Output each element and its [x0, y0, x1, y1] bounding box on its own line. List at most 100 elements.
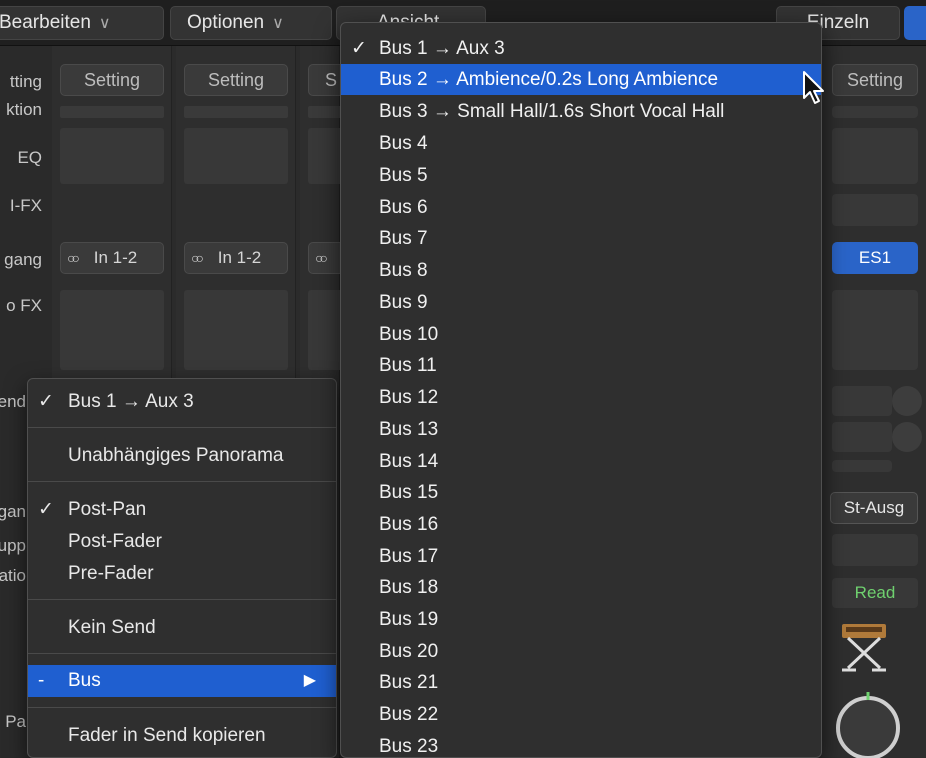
- bus-item[interactable]: Bus 12: [341, 382, 821, 413]
- keyboard-stand-icon: [842, 624, 886, 672]
- send-slot-1[interactable]: [832, 386, 892, 416]
- group-slot[interactable]: [832, 534, 918, 566]
- bus-item[interactable]: Bus 9: [341, 287, 821, 318]
- label-sends: end: [0, 392, 26, 411]
- chevron-down-icon: ∨: [272, 15, 284, 32]
- bearbeiten-menu[interactable]: Bearbeiten ∨: [0, 6, 164, 40]
- menu-item-label: Bus: [68, 670, 101, 691]
- menu-item-independent-pan[interactable]: Unabhängiges Panorama: [28, 441, 336, 471]
- bus-item[interactable]: Bus 8: [341, 255, 821, 286]
- bus-item[interactable]: Bus 2 → Ambience/0.2s Long Ambience: [341, 64, 821, 95]
- menu-separator: [28, 599, 336, 600]
- menu-separator: [28, 653, 336, 654]
- send-level-knob[interactable]: [892, 386, 922, 416]
- submenu-arrow-icon: ▶: [303, 672, 316, 689]
- menu-item-current-send[interactable]: ✓ Bus 1 → Aux 3: [28, 387, 336, 417]
- menu-item-pre-fader[interactable]: Pre-Fader: [28, 559, 336, 589]
- bus-item[interactable]: Bus 21: [341, 667, 821, 698]
- menu-item-post-fader[interactable]: Post-Fader: [28, 527, 336, 557]
- menu-separator: [28, 481, 336, 482]
- bus-item[interactable]: Bus 17: [341, 541, 821, 572]
- view-toggle-button[interactable]: [904, 6, 926, 40]
- label-audio-fx: o FX: [6, 296, 42, 315]
- bus-item-label: Bus 5: [379, 165, 428, 186]
- setting-button[interactable]: Setting: [184, 64, 288, 96]
- pan-knob[interactable]: [832, 690, 904, 758]
- optionen-menu[interactable]: Optionen ∨: [170, 6, 332, 40]
- bus-item[interactable]: Bus 6: [341, 192, 821, 223]
- eq-display[interactable]: [184, 128, 288, 184]
- function-slot[interactable]: [60, 106, 164, 118]
- menu-item-label: Fader in Send kopieren: [68, 725, 266, 746]
- send-level-knob[interactable]: [892, 422, 922, 452]
- eq-display[interactable]: [832, 128, 918, 184]
- bus-item[interactable]: Bus 14: [341, 446, 821, 477]
- bus-item[interactable]: Bus 10: [341, 319, 821, 350]
- bus-item[interactable]: Bus 20: [341, 636, 821, 667]
- instrument-slot-button[interactable]: ES1: [832, 242, 918, 274]
- menu-item-label: Post-Fader: [68, 531, 162, 552]
- menu-item-copy-fader[interactable]: Fader in Send kopieren: [28, 721, 336, 751]
- bus-item-label: Bus 4: [379, 133, 428, 154]
- bus-item[interactable]: ✓ Bus 1 → Aux 3: [341, 33, 821, 64]
- output-button[interactable]: St-Ausg: [830, 492, 918, 524]
- input-label: In 1-2: [217, 248, 262, 267]
- menu-item-kein-send[interactable]: Kein Send: [28, 613, 336, 643]
- bus-item[interactable]: Bus 7: [341, 223, 821, 254]
- bus-item[interactable]: Bus 18: [341, 572, 821, 603]
- chevron-down-icon: ∨: [98, 15, 111, 32]
- bus-item[interactable]: Bus 11: [341, 350, 821, 381]
- bus-item[interactable]: Bus 23: [341, 731, 821, 757]
- bus-item-label: Bus 19: [379, 609, 439, 630]
- label-eq: EQ: [17, 148, 42, 167]
- eq-display[interactable]: [60, 128, 164, 184]
- bus-item[interactable]: Bus 15: [341, 477, 821, 508]
- input-button[interactable]: ○○ In 1-2: [60, 242, 164, 274]
- instrument-channel-strip: Setting ES1 St-Ausg Read: [822, 46, 926, 758]
- menu-item-post-pan[interactable]: ✓ Post-Pan: [28, 495, 336, 525]
- bus-item[interactable]: Bus 22: [341, 699, 821, 730]
- bus-submenu: ✓ Bus 1 → Aux 3 Bus 2 → Ambience/0.2s Lon…: [340, 22, 822, 758]
- input-button[interactable]: ○○ In 1-2: [184, 242, 288, 274]
- label-pan: Pa: [5, 712, 26, 731]
- bearbeiten-label: Bearbeiten: [0, 12, 91, 33]
- bus-item[interactable]: Bus 5: [341, 160, 821, 191]
- menu-item-bus[interactable]: - Bus ▶: [28, 665, 336, 697]
- label-ausgang: gan: [0, 502, 26, 521]
- midi-fx-slot[interactable]: [832, 194, 918, 226]
- bus-item-label: Bus 11: [379, 355, 437, 376]
- stereo-rings-icon: ○○: [67, 250, 80, 266]
- bus-item-label: Bus 21: [379, 672, 439, 693]
- bus-item[interactable]: Bus 3 → Small Hall/1.6s Short Vocal Hall: [341, 96, 821, 127]
- input-label: In 1-2: [93, 248, 138, 267]
- bus-item[interactable]: Bus 13: [341, 414, 821, 445]
- bus-item-label: Bus 10: [379, 324, 439, 345]
- bus-item[interactable]: Bus 16: [341, 509, 821, 540]
- send-slot-2[interactable]: [832, 422, 892, 452]
- automation-mode-button[interactable]: Read: [832, 578, 918, 608]
- audio-fx-slot[interactable]: [60, 290, 164, 370]
- audio-fx-slot[interactable]: [184, 290, 288, 370]
- menu-item-label: Pre-Fader: [68, 563, 154, 584]
- bus-item[interactable]: Bus 19: [341, 604, 821, 635]
- setting-button[interactable]: Setting: [832, 64, 918, 96]
- mouse-pointer-icon: [803, 71, 824, 104]
- label-gruppe: upp: [0, 536, 26, 555]
- function-slot[interactable]: [832, 106, 918, 118]
- label-automation: atio: [0, 566, 26, 585]
- setting-button[interactable]: Setting: [60, 64, 164, 96]
- bus-item[interactable]: Bus 4: [341, 128, 821, 159]
- menu-separator: [28, 707, 336, 708]
- send-context-menu: ✓ Bus 1 → Aux 3 Unabhängiges Panorama ✓ …: [27, 378, 337, 758]
- bus-item-label: Bus 9: [379, 292, 428, 313]
- send-slot-3[interactable]: [832, 460, 892, 472]
- stereo-rings-icon: ○○: [315, 250, 328, 266]
- bus-item-label: Bus 16: [379, 514, 439, 535]
- label-setting: tting: [9, 72, 42, 91]
- checkmark-icon: ✓: [351, 38, 367, 59]
- function-slot[interactable]: [184, 106, 288, 118]
- audio-fx-slot[interactable]: [832, 290, 918, 370]
- bus-item-label: Bus 8: [379, 260, 428, 281]
- bus-item-label: Bus 13: [379, 419, 439, 440]
- menu-item-label: Unabhängiges Panorama: [68, 445, 284, 466]
